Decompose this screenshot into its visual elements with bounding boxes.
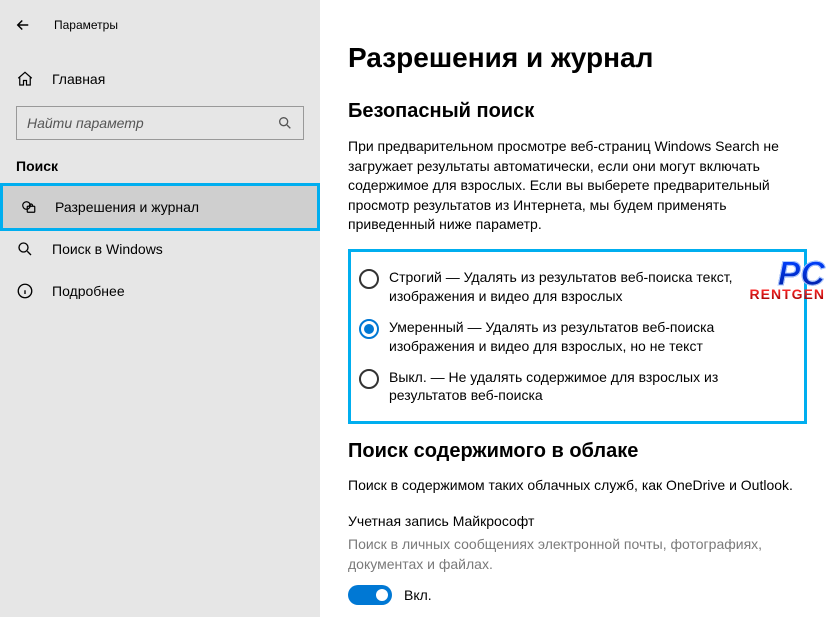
app-title: Параметры [54,18,118,32]
sidebar-item-windows-search[interactable]: Поиск в Windows [0,228,320,270]
sidebar-item-more[interactable]: Подробнее [0,270,320,312]
titlebar: Параметры [0,8,320,44]
info-icon [16,282,34,300]
ms-account-toggle-row: Вкл. [348,585,807,605]
sidebar-item-label: Разрешения и журнал [55,199,199,215]
search-box[interactable] [16,106,304,140]
safesearch-desc: При предварительном просмотре веб-страни… [348,137,788,235]
radio-off[interactable]: Выкл. — Не удалять содержимое для взросл… [357,362,798,412]
page-title: Разрешения и журнал [348,42,807,74]
ms-account-label: Учетная запись Майкрософт [348,513,807,529]
search-icon [277,115,293,131]
permissions-icon [19,198,37,216]
safesearch-options: Строгий — Удалять из результатов веб-пои… [348,249,807,424]
ms-account-note: Поиск в личных сообщениях электронной по… [348,535,788,574]
sidebar-item-label: Поиск в Windows [52,241,163,257]
back-button[interactable] [14,16,32,34]
search-input[interactable] [27,115,277,131]
radio-label: Строгий — Удалять из результатов веб-пои… [389,268,789,306]
radio-label: Выкл. — Не удалять содержимое для взросл… [389,368,789,406]
cloud-title: Поиск содержимого в облаке [348,440,807,463]
sidebar-home-label: Главная [52,71,105,87]
radio-icon [359,269,379,289]
toggle-label: Вкл. [404,587,432,603]
safesearch-title: Безопасный поиск [348,100,807,123]
ms-account-toggle[interactable] [348,585,392,605]
cloud-desc: Поиск в содержимом таких облачных служб,… [348,477,807,493]
sidebar-home[interactable]: Главная [0,60,320,98]
sidebar-item-permissions[interactable]: Разрешения и журнал [0,183,320,231]
radio-moderate[interactable]: Умеренный — Удалять из результатов веб-п… [357,312,798,362]
sidebar: Параметры Главная Поиск Разрешения и жур… [0,0,320,617]
search-icon [16,240,34,258]
radio-strict[interactable]: Строгий — Удалять из результатов веб-пои… [357,262,798,312]
sidebar-item-label: Подробнее [52,283,125,299]
radio-icon [359,369,379,389]
radio-icon [359,319,379,339]
radio-label: Умеренный — Удалять из результатов веб-п… [389,318,789,356]
main-pane: Разрешения и журнал Безопасный поиск При… [320,0,829,617]
sidebar-section-label: Поиск [0,154,320,186]
home-icon [16,70,34,88]
